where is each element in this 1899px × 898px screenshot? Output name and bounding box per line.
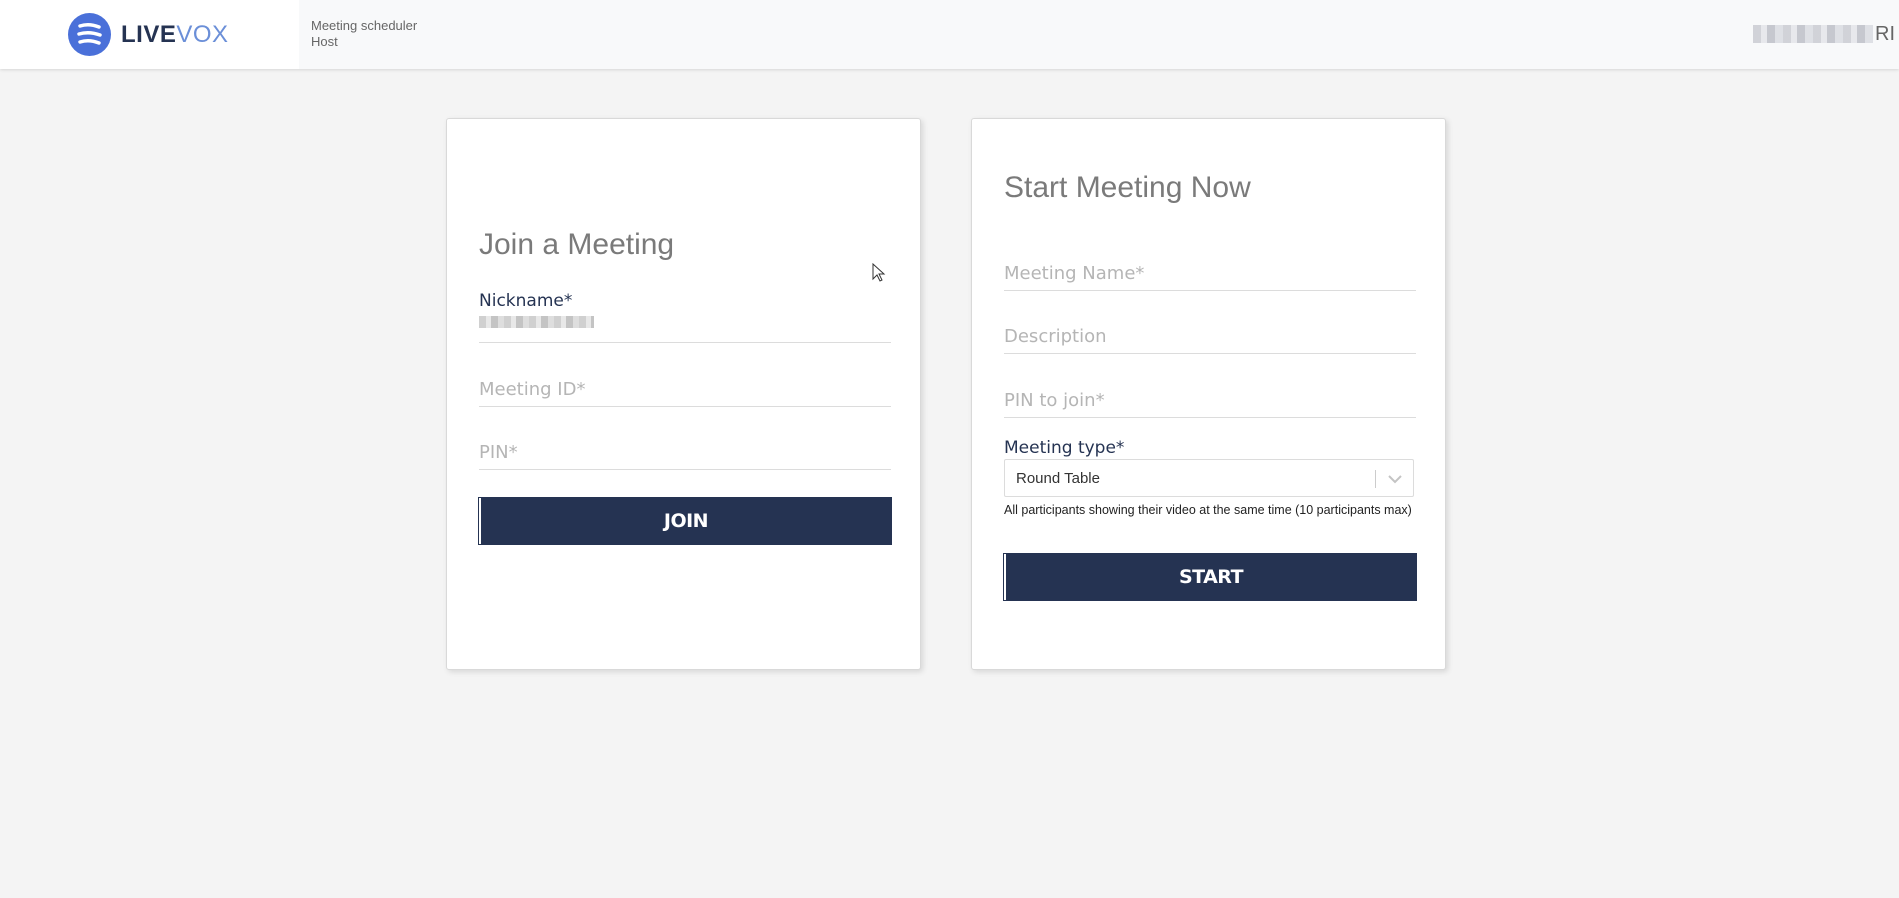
user-name-suffix: RI xyxy=(1875,22,1895,45)
description-field[interactable] xyxy=(1004,320,1416,354)
nickname-field[interactable]: Nickname* xyxy=(479,291,891,343)
start-button[interactable]: START xyxy=(1003,553,1417,601)
brand-name: LIVEVOX xyxy=(121,21,229,49)
logo[interactable]: LIVEVOX xyxy=(0,0,299,69)
select-separator xyxy=(1375,470,1376,488)
meeting-type-help: All participants showing their video at … xyxy=(1004,503,1412,517)
meeting-name-input[interactable] xyxy=(1004,263,1416,284)
meeting-type-select[interactable]: Round Table xyxy=(1004,459,1414,497)
description-input[interactable] xyxy=(1004,326,1416,347)
join-meeting-card: Join a Meeting Nickname* JOIN xyxy=(446,118,921,670)
meeting-id-field[interactable] xyxy=(479,373,891,407)
pin-to-join-input[interactable] xyxy=(1004,390,1416,411)
livevox-logo-icon xyxy=(68,13,111,56)
pin-input[interactable] xyxy=(479,442,891,463)
join-card-title: Join a Meeting xyxy=(479,228,675,261)
user-name-redacted xyxy=(1753,25,1873,43)
app-title: Meeting scheduler xyxy=(311,18,418,33)
meeting-id-input[interactable] xyxy=(479,379,891,400)
app-role: Host xyxy=(311,34,338,49)
nickname-value-redacted xyxy=(479,316,594,328)
start-meeting-card: Start Meeting Now Meeting type* Round Ta… xyxy=(971,118,1446,670)
chevron-down-icon[interactable] xyxy=(1387,471,1403,492)
app-info: Meeting scheduler Host xyxy=(311,18,417,50)
pin-field[interactable] xyxy=(479,436,891,470)
meeting-name-field[interactable] xyxy=(1004,257,1416,291)
user-menu[interactable]: RI xyxy=(1753,22,1895,46)
top-navigation-bar: LIVEVOX Meeting scheduler Host RI xyxy=(0,0,1899,69)
brand-primary: LIVE xyxy=(121,21,177,48)
pin-to-join-field[interactable] xyxy=(1004,384,1416,418)
nickname-label: Nickname* xyxy=(479,291,573,311)
meeting-type-value: Round Table xyxy=(1016,470,1100,487)
join-button[interactable]: JOIN xyxy=(478,497,892,545)
brand-secondary: VOX xyxy=(176,21,229,48)
meeting-type-label: Meeting type* xyxy=(1004,438,1125,458)
mouse-pointer-icon xyxy=(872,262,886,288)
start-card-title: Start Meeting Now xyxy=(1004,171,1251,204)
